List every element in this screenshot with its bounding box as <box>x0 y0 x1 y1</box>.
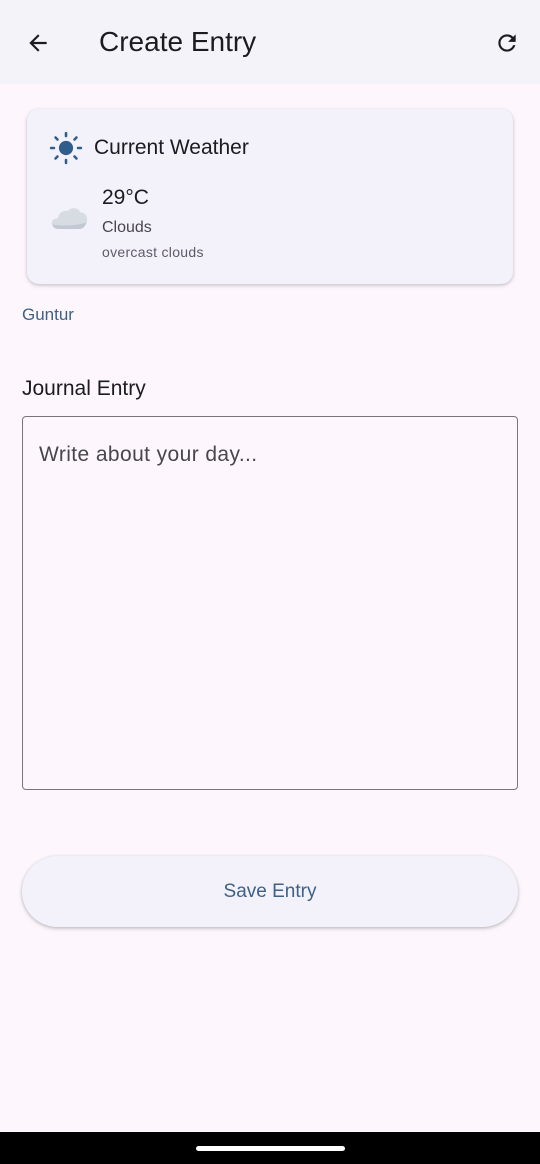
weather-description: overcast clouds <box>102 244 204 260</box>
system-navigation-bar <box>0 1132 540 1164</box>
journal-entry-input[interactable] <box>22 416 518 790</box>
temperature-value: 29°C <box>102 186 149 209</box>
weather-card: Current Weather 29°C Clouds overcast clo… <box>27 109 513 284</box>
back-button[interactable] <box>14 19 62 67</box>
save-entry-button[interactable]: Save Entry <box>22 856 518 927</box>
refresh-button[interactable] <box>483 19 531 67</box>
journal-entry-label: Journal Entry <box>22 377 146 400</box>
create-entry-screen: Create Entry Current Weather 29°C Clouds… <box>0 0 540 1164</box>
page-title: Create Entry <box>99 26 257 57</box>
arrow-back-icon <box>29 34 47 52</box>
cloud-icon <box>51 208 88 229</box>
weather-card-title: Current Weather <box>94 136 249 159</box>
weather-condition: Clouds <box>102 219 152 236</box>
location-label: Guntur <box>22 305 74 324</box>
home-indicator[interactable] <box>196 1146 345 1151</box>
refresh-icon <box>498 34 516 52</box>
app-bar: Create Entry <box>0 0 540 84</box>
sun-icon <box>49 131 83 165</box>
